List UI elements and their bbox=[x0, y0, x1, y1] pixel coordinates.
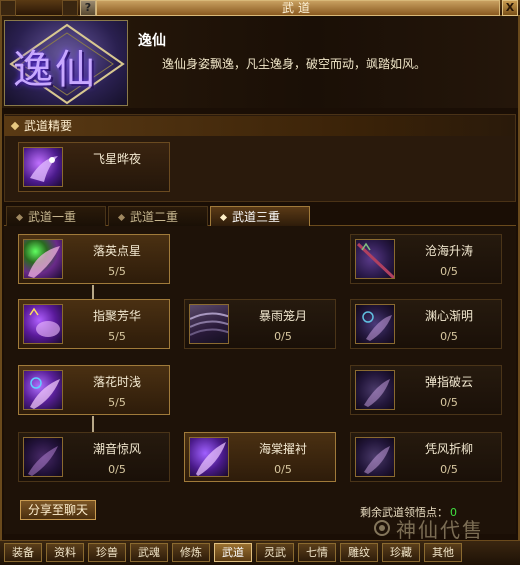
tab-label: 武道二重 bbox=[130, 210, 179, 224]
tide-sound-icon bbox=[23, 437, 63, 477]
skill-level: 0/5 bbox=[108, 463, 126, 476]
wind-willow-icon bbox=[355, 437, 395, 477]
path-description: 逸仙身姿飘逸，凡尘逸身，破空而动，飒踏如风。 bbox=[162, 57, 427, 71]
diamond-bullet-icon bbox=[10, 121, 20, 131]
essence-section-title: 武道精要 bbox=[4, 116, 514, 136]
diamond-bullet-icon bbox=[117, 213, 126, 222]
skill-card[interactable]: 暴雨笼月 0/5 bbox=[184, 299, 336, 349]
skill-card[interactable]: 渊心渐明 0/5 bbox=[350, 299, 502, 349]
skill-name: 潮音惊风 bbox=[92, 442, 141, 456]
skill-name: 凭风折柳 bbox=[424, 442, 473, 456]
skill-level: 0/5 bbox=[440, 463, 458, 476]
gathering-bloom-icon bbox=[23, 304, 63, 344]
skill-name: 暴雨笼月 bbox=[258, 309, 307, 323]
tree-connector bbox=[92, 416, 94, 432]
skill-card[interactable]: 落花时浅 5/5 bbox=[18, 365, 170, 415]
crabapple-icon bbox=[189, 437, 229, 477]
skill-name: 落英点星 bbox=[92, 244, 141, 258]
tab-profile[interactable]: 资料 bbox=[46, 543, 84, 562]
tab-tier-3[interactable]: 武道三重 bbox=[210, 206, 310, 226]
path-name: 逸仙 bbox=[138, 33, 166, 49]
window-title: 武道 bbox=[96, 0, 500, 16]
falling-petal-star-icon bbox=[23, 239, 63, 279]
close-button[interactable]: X bbox=[502, 0, 518, 16]
skill-card[interactable]: 潮音惊风 0/5 bbox=[18, 432, 170, 482]
tab-pets[interactable]: 珍兽 bbox=[88, 543, 126, 562]
skill-level: 0/5 bbox=[274, 463, 292, 476]
diamond-bullet-icon bbox=[15, 213, 24, 222]
skill-level: 5/5 bbox=[108, 396, 126, 409]
essence-skill-card[interactable]: 飞星晔夜 bbox=[18, 142, 170, 192]
skill-name: 沧海升涛 bbox=[424, 244, 473, 258]
storm-moon-icon bbox=[189, 304, 229, 344]
tab-other[interactable]: 其他 bbox=[424, 543, 462, 562]
tab-label: 武道一重 bbox=[28, 210, 77, 224]
tab-tier-2[interactable]: 武道二重 bbox=[108, 206, 208, 226]
tab-seven-emotions[interactable]: 七情 bbox=[298, 543, 336, 562]
tab-label: 武道三重 bbox=[232, 210, 281, 224]
skill-card[interactable]: 弹指破云 0/5 bbox=[350, 365, 502, 415]
skill-card[interactable]: 沧海升涛 0/5 bbox=[350, 234, 502, 284]
skill-level: 0/5 bbox=[440, 265, 458, 278]
diamond-bullet-icon bbox=[219, 213, 228, 222]
skill-level: 0/5 bbox=[274, 330, 292, 343]
skill-card[interactable]: 凭风折柳 0/5 bbox=[350, 432, 502, 482]
skill-level: 0/5 bbox=[440, 396, 458, 409]
tab-martial-path[interactable]: 武道 bbox=[214, 543, 252, 562]
tab-engraving[interactable]: 雕纹 bbox=[340, 543, 378, 562]
tab-collection[interactable]: 珍藏 bbox=[382, 543, 420, 562]
section-title-label: 武道精要 bbox=[24, 119, 73, 133]
finger-cloud-icon bbox=[355, 370, 395, 410]
skill-name: 弹指破云 bbox=[424, 375, 473, 389]
skill-level: 5/5 bbox=[108, 265, 126, 278]
title-bar-ornament bbox=[62, 0, 78, 16]
emblem-calligraphy: 逸仙 bbox=[13, 47, 97, 93]
skill-level: 5/5 bbox=[108, 330, 126, 343]
skill-name: 海棠擢衬 bbox=[258, 442, 307, 456]
help-button[interactable]: ? bbox=[80, 0, 96, 16]
bottom-tab-bar: 装备 资料 珍兽 武魂 修炼 武道 灵武 七情 雕纹 珍藏 其他 bbox=[0, 540, 520, 565]
tab-tier-1[interactable]: 武道一重 bbox=[6, 206, 106, 226]
skill-name: 指聚芳华 bbox=[92, 309, 141, 323]
share-to-chat-button[interactable]: 分享至聊天 bbox=[20, 500, 96, 520]
tier-tabs: 武道一重 武道二重 武道三重 bbox=[4, 204, 516, 226]
tab-equipment[interactable]: 装备 bbox=[4, 543, 42, 562]
ocean-tide-icon bbox=[355, 239, 395, 279]
flying-star-skill-icon bbox=[23, 147, 63, 187]
skill-level: 0/5 bbox=[440, 330, 458, 343]
watermark-text: 神仙代售 bbox=[396, 518, 484, 542]
path-emblem: 逸仙 bbox=[4, 20, 128, 106]
abyss-heart-icon bbox=[355, 304, 395, 344]
skill-name: 落花时浅 bbox=[92, 375, 141, 389]
skill-card[interactable]: 海棠擢衬 0/5 bbox=[184, 432, 336, 482]
title-bar-ornament bbox=[0, 0, 16, 16]
skill-card[interactable]: 落英点星 5/5 bbox=[18, 234, 170, 284]
skill-name: 渊心渐明 bbox=[424, 309, 473, 323]
skill-card[interactable]: 指聚芳华 5/5 bbox=[18, 299, 170, 349]
tab-spirit-weapon[interactable]: 灵武 bbox=[256, 543, 294, 562]
tab-cultivation[interactable]: 修炼 bbox=[172, 543, 210, 562]
tab-martial-soul[interactable]: 武魂 bbox=[130, 543, 168, 562]
falling-flower-icon bbox=[23, 370, 63, 410]
skill-name: 飞星晔夜 bbox=[92, 152, 141, 166]
tree-connector bbox=[92, 285, 94, 299]
